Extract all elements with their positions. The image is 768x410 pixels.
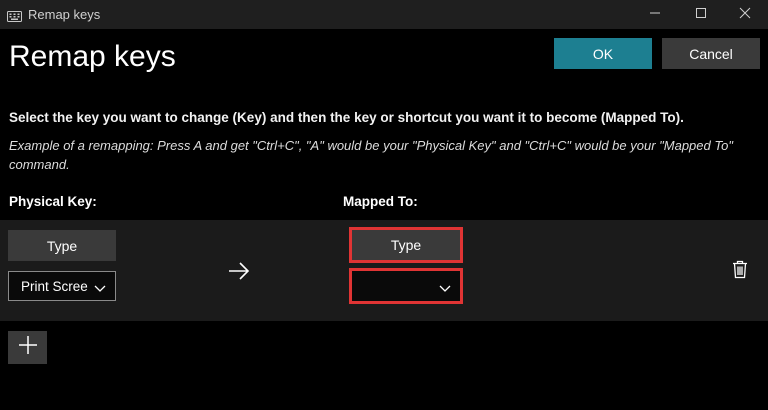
cancel-button[interactable]: Cancel [662,38,760,69]
close-icon [739,6,751,24]
trash-icon [732,260,748,284]
minimize-icon [649,6,661,24]
minimize-button[interactable] [632,0,678,29]
chevron-down-icon [439,281,451,296]
delete-mapping-button[interactable] [724,256,756,288]
add-mapping-button[interactable] [8,331,47,364]
arrow-right-icon [227,260,251,287]
keyboard-icon [7,9,22,22]
window-title: Remap keys [28,7,101,22]
mapped-to-label: Mapped To: [343,194,418,209]
close-button[interactable] [722,0,768,29]
example-text: Example of a remapping: Press A and get … [9,138,733,172]
maximize-button[interactable] [678,0,724,29]
mapped-type-button[interactable]: Type [349,227,463,263]
maximize-icon [695,6,707,24]
page-title: Remap keys [9,40,176,73]
plus-icon [18,335,38,360]
physical-key-value: Print Scree [21,278,88,294]
title-bar: Remap keys [0,0,768,29]
physical-key-label: Physical Key: [9,194,97,209]
instruction-text: Select the key you want to change (Key) … [9,110,684,125]
chevron-down-icon [94,281,106,296]
ok-button[interactable]: OK [554,38,652,69]
physical-type-button[interactable]: Type [8,230,116,261]
physical-key-dropdown[interactable]: Print Scree [8,271,116,301]
mapped-to-dropdown[interactable] [349,268,463,304]
